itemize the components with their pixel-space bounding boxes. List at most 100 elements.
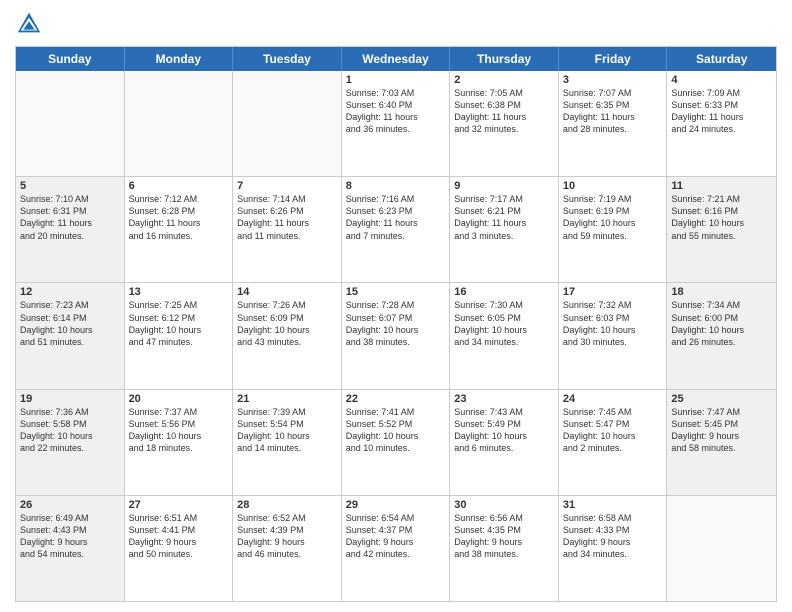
- weekday-header-saturday: Saturday: [667, 47, 776, 71]
- weekday-header-monday: Monday: [125, 47, 234, 71]
- calendar-row-3: 19Sunrise: 7:36 AM Sunset: 5:58 PM Dayli…: [16, 390, 776, 496]
- day-info: Sunrise: 7:03 AM Sunset: 6:40 PM Dayligh…: [346, 87, 446, 136]
- calendar-cell-empty: [16, 71, 125, 176]
- weekday-header-tuesday: Tuesday: [233, 47, 342, 71]
- day-info: Sunrise: 7:28 AM Sunset: 6:07 PM Dayligh…: [346, 299, 446, 348]
- calendar-cell-16: 16Sunrise: 7:30 AM Sunset: 6:05 PM Dayli…: [450, 283, 559, 388]
- day-number: 9: [454, 180, 554, 192]
- calendar-cell-11: 11Sunrise: 7:21 AM Sunset: 6:16 PM Dayli…: [667, 177, 776, 282]
- day-info: Sunrise: 7:21 AM Sunset: 6:16 PM Dayligh…: [671, 193, 772, 242]
- day-info: Sunrise: 7:39 AM Sunset: 5:54 PM Dayligh…: [237, 406, 337, 455]
- calendar-cell-3: 3Sunrise: 7:07 AM Sunset: 6:35 PM Daylig…: [559, 71, 668, 176]
- day-number: 4: [671, 74, 772, 86]
- day-number: 2: [454, 74, 554, 86]
- day-info: Sunrise: 6:58 AM Sunset: 4:33 PM Dayligh…: [563, 512, 663, 561]
- day-number: 15: [346, 286, 446, 298]
- calendar-cell-empty: [667, 496, 776, 601]
- day-number: 17: [563, 286, 663, 298]
- calendar-cell-13: 13Sunrise: 7:25 AM Sunset: 6:12 PM Dayli…: [125, 283, 234, 388]
- day-number: 1: [346, 74, 446, 86]
- day-number: 26: [20, 499, 120, 511]
- day-number: 27: [129, 499, 229, 511]
- calendar-cell-15: 15Sunrise: 7:28 AM Sunset: 6:07 PM Dayli…: [342, 283, 451, 388]
- calendar-cell-5: 5Sunrise: 7:10 AM Sunset: 6:31 PM Daylig…: [16, 177, 125, 282]
- day-info: Sunrise: 6:51 AM Sunset: 4:41 PM Dayligh…: [129, 512, 229, 561]
- day-number: 16: [454, 286, 554, 298]
- day-number: 22: [346, 393, 446, 405]
- weekday-header-thursday: Thursday: [450, 47, 559, 71]
- day-info: Sunrise: 7:19 AM Sunset: 6:19 PM Dayligh…: [563, 193, 663, 242]
- day-number: 29: [346, 499, 446, 511]
- day-info: Sunrise: 7:37 AM Sunset: 5:56 PM Dayligh…: [129, 406, 229, 455]
- calendar-cell-6: 6Sunrise: 7:12 AM Sunset: 6:28 PM Daylig…: [125, 177, 234, 282]
- weekday-header-sunday: Sunday: [16, 47, 125, 71]
- weekday-header-wednesday: Wednesday: [342, 47, 451, 71]
- day-info: Sunrise: 7:12 AM Sunset: 6:28 PM Dayligh…: [129, 193, 229, 242]
- calendar: SundayMondayTuesdayWednesdayThursdayFrid…: [15, 46, 777, 602]
- calendar-row-4: 26Sunrise: 6:49 AM Sunset: 4:43 PM Dayli…: [16, 496, 776, 601]
- logo: [15, 10, 45, 38]
- calendar-cell-9: 9Sunrise: 7:17 AM Sunset: 6:21 PM Daylig…: [450, 177, 559, 282]
- calendar-cell-7: 7Sunrise: 7:14 AM Sunset: 6:26 PM Daylig…: [233, 177, 342, 282]
- day-info: Sunrise: 6:56 AM Sunset: 4:35 PM Dayligh…: [454, 512, 554, 561]
- day-number: 6: [129, 180, 229, 192]
- day-info: Sunrise: 7:47 AM Sunset: 5:45 PM Dayligh…: [671, 406, 772, 455]
- day-info: Sunrise: 7:36 AM Sunset: 5:58 PM Dayligh…: [20, 406, 120, 455]
- day-number: 28: [237, 499, 337, 511]
- calendar-cell-22: 22Sunrise: 7:41 AM Sunset: 5:52 PM Dayli…: [342, 390, 451, 495]
- calendar-cell-18: 18Sunrise: 7:34 AM Sunset: 6:00 PM Dayli…: [667, 283, 776, 388]
- day-number: 24: [563, 393, 663, 405]
- weekday-header-friday: Friday: [559, 47, 668, 71]
- calendar-cell-27: 27Sunrise: 6:51 AM Sunset: 4:41 PM Dayli…: [125, 496, 234, 601]
- calendar-row-1: 5Sunrise: 7:10 AM Sunset: 6:31 PM Daylig…: [16, 177, 776, 283]
- calendar-cell-2: 2Sunrise: 7:05 AM Sunset: 6:38 PM Daylig…: [450, 71, 559, 176]
- day-info: Sunrise: 7:34 AM Sunset: 6:00 PM Dayligh…: [671, 299, 772, 348]
- calendar-cell-10: 10Sunrise: 7:19 AM Sunset: 6:19 PM Dayli…: [559, 177, 668, 282]
- day-info: Sunrise: 7:14 AM Sunset: 6:26 PM Dayligh…: [237, 193, 337, 242]
- calendar-cell-12: 12Sunrise: 7:23 AM Sunset: 6:14 PM Dayli…: [16, 283, 125, 388]
- calendar-cell-30: 30Sunrise: 6:56 AM Sunset: 4:35 PM Dayli…: [450, 496, 559, 601]
- logo-icon: [15, 10, 43, 38]
- calendar-header: SundayMondayTuesdayWednesdayThursdayFrid…: [16, 47, 776, 71]
- day-info: Sunrise: 7:16 AM Sunset: 6:23 PM Dayligh…: [346, 193, 446, 242]
- day-number: 12: [20, 286, 120, 298]
- day-info: Sunrise: 7:05 AM Sunset: 6:38 PM Dayligh…: [454, 87, 554, 136]
- calendar-cell-29: 29Sunrise: 6:54 AM Sunset: 4:37 PM Dayli…: [342, 496, 451, 601]
- calendar-cell-21: 21Sunrise: 7:39 AM Sunset: 5:54 PM Dayli…: [233, 390, 342, 495]
- calendar-cell-empty: [125, 71, 234, 176]
- day-info: Sunrise: 6:49 AM Sunset: 4:43 PM Dayligh…: [20, 512, 120, 561]
- calendar-cell-24: 24Sunrise: 7:45 AM Sunset: 5:47 PM Dayli…: [559, 390, 668, 495]
- calendar-cell-20: 20Sunrise: 7:37 AM Sunset: 5:56 PM Dayli…: [125, 390, 234, 495]
- day-info: Sunrise: 7:43 AM Sunset: 5:49 PM Dayligh…: [454, 406, 554, 455]
- day-number: 31: [563, 499, 663, 511]
- day-info: Sunrise: 7:26 AM Sunset: 6:09 PM Dayligh…: [237, 299, 337, 348]
- calendar-cell-14: 14Sunrise: 7:26 AM Sunset: 6:09 PM Dayli…: [233, 283, 342, 388]
- day-number: 13: [129, 286, 229, 298]
- day-info: Sunrise: 7:30 AM Sunset: 6:05 PM Dayligh…: [454, 299, 554, 348]
- calendar-cell-23: 23Sunrise: 7:43 AM Sunset: 5:49 PM Dayli…: [450, 390, 559, 495]
- calendar-cell-8: 8Sunrise: 7:16 AM Sunset: 6:23 PM Daylig…: [342, 177, 451, 282]
- calendar-cell-31: 31Sunrise: 6:58 AM Sunset: 4:33 PM Dayli…: [559, 496, 668, 601]
- day-number: 23: [454, 393, 554, 405]
- day-number: 3: [563, 74, 663, 86]
- calendar-cell-19: 19Sunrise: 7:36 AM Sunset: 5:58 PM Dayli…: [16, 390, 125, 495]
- calendar-cell-1: 1Sunrise: 7:03 AM Sunset: 6:40 PM Daylig…: [342, 71, 451, 176]
- calendar-cell-26: 26Sunrise: 6:49 AM Sunset: 4:43 PM Dayli…: [16, 496, 125, 601]
- day-number: 8: [346, 180, 446, 192]
- day-number: 7: [237, 180, 337, 192]
- day-info: Sunrise: 7:23 AM Sunset: 6:14 PM Dayligh…: [20, 299, 120, 348]
- calendar-cell-4: 4Sunrise: 7:09 AM Sunset: 6:33 PM Daylig…: [667, 71, 776, 176]
- calendar-row-0: 1Sunrise: 7:03 AM Sunset: 6:40 PM Daylig…: [16, 71, 776, 177]
- day-number: 19: [20, 393, 120, 405]
- calendar-row-2: 12Sunrise: 7:23 AM Sunset: 6:14 PM Dayli…: [16, 283, 776, 389]
- day-number: 25: [671, 393, 772, 405]
- day-number: 10: [563, 180, 663, 192]
- calendar-cell-25: 25Sunrise: 7:47 AM Sunset: 5:45 PM Dayli…: [667, 390, 776, 495]
- calendar-cell-17: 17Sunrise: 7:32 AM Sunset: 6:03 PM Dayli…: [559, 283, 668, 388]
- day-number: 21: [237, 393, 337, 405]
- day-info: Sunrise: 7:10 AM Sunset: 6:31 PM Dayligh…: [20, 193, 120, 242]
- calendar-page: SundayMondayTuesdayWednesdayThursdayFrid…: [0, 0, 792, 612]
- day-info: Sunrise: 7:45 AM Sunset: 5:47 PM Dayligh…: [563, 406, 663, 455]
- day-info: Sunrise: 7:32 AM Sunset: 6:03 PM Dayligh…: [563, 299, 663, 348]
- day-info: Sunrise: 7:07 AM Sunset: 6:35 PM Dayligh…: [563, 87, 663, 136]
